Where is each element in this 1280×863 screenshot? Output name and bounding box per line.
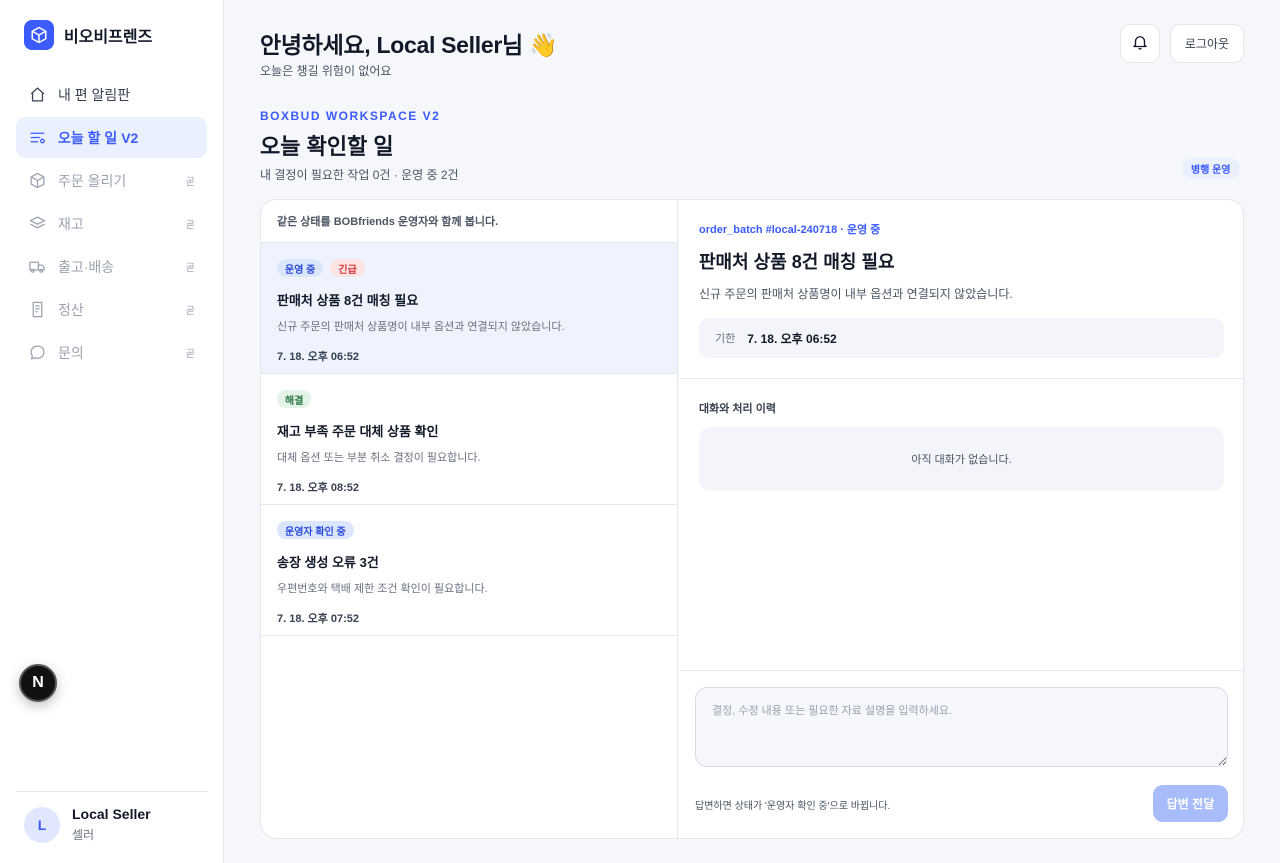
task-description: 우편번호와 택배 제한 조건 확인이 필요합니다. <box>277 583 488 595</box>
brand[interactable]: 비오비프렌즈 <box>24 20 152 50</box>
soon-label: 곧 <box>185 220 195 231</box>
sidebar-item-label: 오늘 할 일 V2 <box>58 129 139 146</box>
next-dev-indicator[interactable]: N <box>19 664 57 702</box>
sidebar-item-orders[interactable]: 주문 올리기 곧 <box>16 160 207 201</box>
divider <box>679 378 1243 379</box>
sidebar-item-label: 문의 <box>58 344 84 361</box>
status-badge: 운영 중 <box>277 259 324 277</box>
task-description: 신규 주문의 판매처 상품명이 내부 옵션과 연결되지 않았습니다. <box>277 321 565 333</box>
mode-badge: 병행 운영 <box>1182 158 1240 179</box>
tasks-panel: 같은 상태를 BOBfriends 운영자와 함께 봅니다. 운영 중 긴급 판… <box>260 199 1244 839</box>
deadline-label: 기한 <box>715 333 736 345</box>
sidebar: 비오비프렌즈 내 편 알림판 오늘 할 일 V2 주문 올리기 곧 재고 곧 출… <box>0 0 224 863</box>
send-reply-button[interactable]: 답변 전달 <box>1153 785 1228 822</box>
sidebar-item-label: 주문 올리기 <box>58 172 127 189</box>
profile-name: Local Seller <box>72 806 151 822</box>
page-subtitle: 내 결정이 필요한 작업 0건 · 운영 중 2건 <box>260 168 459 182</box>
sidebar-item-settlement[interactable]: 정산 곧 <box>16 289 207 330</box>
home-icon <box>28 86 46 104</box>
status-badge: 운영자 확인 중 <box>277 521 354 539</box>
soon-label: 곧 <box>185 177 195 188</box>
truck-icon <box>28 258 46 276</box>
task-time: 7. 18. 오후 06:52 <box>277 351 360 363</box>
soon-label: 곧 <box>185 263 195 274</box>
reply-input[interactable] <box>695 687 1228 767</box>
task-description: 대체 옵션 또는 부분 취소 결정이 필요합니다. <box>277 452 481 464</box>
task-detail: order_batch #local-240718 · 운영 중 판매처 상품 … <box>679 200 1243 838</box>
notifications-button[interactable] <box>1120 24 1160 63</box>
history-title: 대화와 처리 이력 <box>699 403 776 415</box>
soon-label: 곧 <box>185 349 195 360</box>
divider <box>16 791 207 792</box>
layers-icon <box>28 215 46 233</box>
divider <box>679 670 1243 671</box>
task-list: 같은 상태를 BOBfriends 운영자와 함께 봅니다. 운영 중 긴급 판… <box>261 200 678 838</box>
logout-button[interactable]: 로그아웃 <box>1170 24 1244 63</box>
greeting-title: 안녕하세요, Local Seller님 👋 <box>260 32 558 58</box>
task-item[interactable]: 해결 재고 부족 주문 대체 상품 확인 대체 옵션 또는 부분 취소 결정이 … <box>261 374 677 505</box>
history-empty-state: 아직 대화가 없습니다. <box>699 427 1224 491</box>
greeting-subtitle: 오늘은 챙길 위험이 없어요 <box>260 64 392 78</box>
task-title: 판매처 상품 8건 매칭 필요 <box>277 293 419 308</box>
page-title: 오늘 확인할 일 <box>260 134 394 159</box>
deadline-box: 기한 7. 18. 오후 06:52 <box>699 318 1224 358</box>
status-badge: 해결 <box>277 390 312 408</box>
sidebar-item-label: 출고·배송 <box>58 258 115 275</box>
avatar: L <box>24 806 60 843</box>
cube-logo-icon <box>24 20 54 50</box>
profile-role: 셀러 <box>72 828 95 842</box>
urgent-badge: 긴급 <box>330 259 365 277</box>
task-item[interactable]: 운영자 확인 중 송장 생성 오류 3건 우편번호와 택배 제한 조건 확인이 … <box>261 505 677 636</box>
user-profile[interactable]: L Local Seller 셀러 <box>24 806 151 843</box>
sidebar-item-inquiry[interactable]: 문의 곧 <box>16 332 207 373</box>
sidebar-item-label: 내 편 알림판 <box>58 86 131 103</box>
workspace-eyebrow: BOXBUD WORKSPACE V2 <box>260 109 441 123</box>
sidebar-item-inventory[interactable]: 재고 곧 <box>16 203 207 244</box>
brand-name: 비오비프렌즈 <box>64 29 153 46</box>
order-batch-reference[interactable]: order_batch #local-240718 · 운영 중 <box>699 221 880 237</box>
box-icon <box>28 172 46 190</box>
deadline-value: 7. 18. 오후 06:52 <box>747 331 837 346</box>
sidebar-item-dashboard[interactable]: 내 편 알림판 <box>16 74 207 115</box>
task-item[interactable]: 운영 중 긴급 판매처 상품 8건 매칭 필요 신규 주문의 판매처 상품명이 … <box>261 243 677 374</box>
bell-icon <box>1131 33 1149 54</box>
detail-title: 판매처 상품 8건 매칭 필요 <box>699 252 895 272</box>
receipt-icon <box>28 301 46 319</box>
sidebar-item-label: 재고 <box>58 215 84 232</box>
soon-label: 곧 <box>185 306 195 317</box>
task-time: 7. 18. 오후 07:52 <box>277 613 360 625</box>
sidebar-item-shipping[interactable]: 출고·배송 곧 <box>16 246 207 287</box>
task-title: 송장 생성 오류 3건 <box>277 555 379 570</box>
list-icon <box>28 129 46 147</box>
chat-icon <box>28 344 46 362</box>
reply-hint: 답변하면 상태가 '운영자 확인 중'으로 바뀝니다. <box>695 801 891 812</box>
sidebar-item-today-tasks[interactable]: 오늘 할 일 V2 <box>16 117 207 158</box>
task-list-header: 같은 상태를 BOBfriends 운영자와 함께 봅니다. <box>261 200 677 243</box>
task-title: 재고 부족 주문 대체 상품 확인 <box>277 424 439 439</box>
detail-description: 신규 주문의 판매처 상품명이 내부 옵션과 연결되지 않았습니다. <box>699 287 1013 301</box>
sidebar-item-label: 정산 <box>58 301 84 318</box>
task-time: 7. 18. 오후 08:52 <box>277 482 360 494</box>
sidebar-nav: 내 편 알림판 오늘 할 일 V2 주문 올리기 곧 재고 곧 출고·배송 곧 … <box>16 74 207 375</box>
